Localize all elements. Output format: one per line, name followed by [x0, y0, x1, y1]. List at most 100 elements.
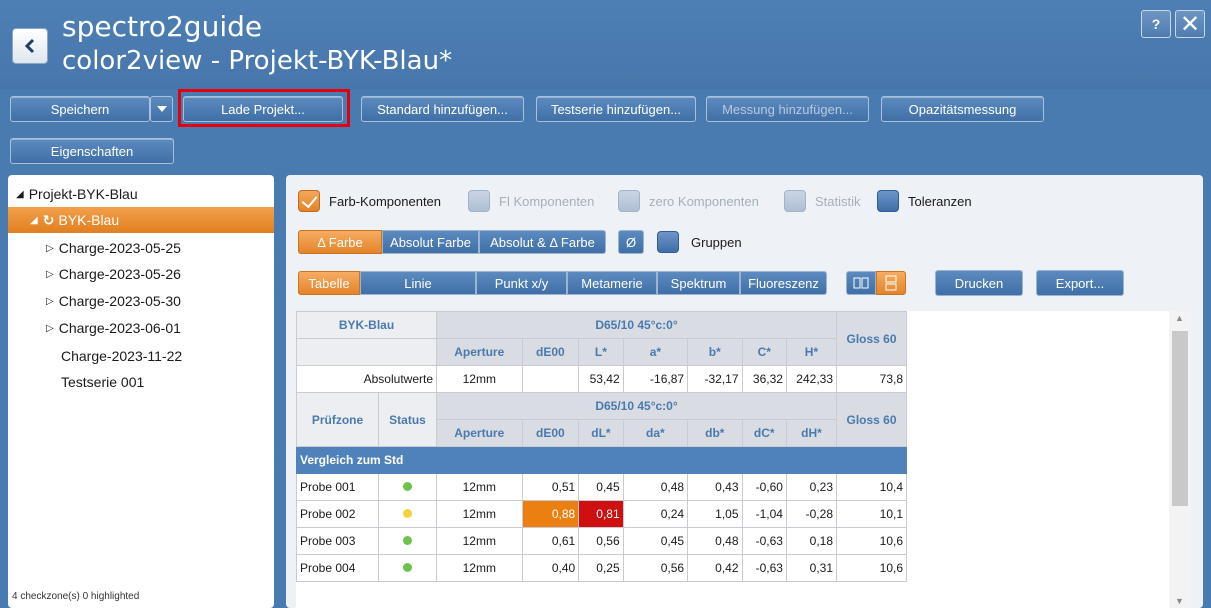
help-button[interactable]: ?: [1141, 10, 1171, 38]
standard-icon: ↻: [42, 211, 55, 228]
average-button[interactable]: Ø: [618, 230, 644, 254]
add-testseries-button[interactable]: Testserie hinzufügen...: [536, 96, 696, 122]
tab-absolut-farbe[interactable]: Absolut Farbe: [382, 230, 479, 254]
zero-komponenten-label: zero Komponenten: [649, 194, 759, 209]
scrollbar-thumb[interactable]: [1172, 331, 1188, 506]
save-button[interactable]: Speichern: [10, 96, 150, 122]
tree-item-label: Charge-2023-05-26: [58, 266, 181, 282]
tab-tabelle[interactable]: Tabelle: [298, 271, 360, 295]
cell: 0,48: [687, 527, 743, 555]
export-button[interactable]: Export...: [1036, 270, 1124, 296]
column-header: dE00: [521, 338, 580, 366]
tab-spektrum[interactable]: Spektrum: [657, 271, 740, 295]
statistik-checkbox[interactable]: [784, 190, 806, 212]
save-dropdown-arrow[interactable]: [150, 96, 173, 122]
zero-komponenten-checkbox[interactable]: [618, 190, 640, 212]
scroll-up-icon[interactable]: ▲: [1175, 313, 1184, 323]
cell: 12mm: [436, 500, 523, 528]
tree-item[interactable]: Charge-2023-11-22: [8, 343, 274, 369]
column-header: dH*: [785, 419, 838, 447]
project-title: color2view - Projekt-BYK-Blau*: [62, 46, 453, 76]
tree-item[interactable]: ▷ Charge-2023-06-01: [8, 315, 274, 341]
split-vertical-icon[interactable]: [846, 271, 876, 295]
opacity-measurement-button[interactable]: Opazitätsmessung: [881, 96, 1044, 122]
cell: 36,32: [741, 365, 787, 393]
print-button[interactable]: Drucken: [935, 270, 1023, 296]
results-table-area: BYK-Blau D65/10 45°c:0° Gloss 60 Apertur…: [296, 311, 1191, 608]
gruppen-checkbox[interactable]: [657, 231, 679, 253]
back-button[interactable]: [12, 28, 48, 64]
fl-komponenten-label: Fl Komponenten: [499, 194, 595, 209]
sample-name: Probe 001: [296, 473, 379, 501]
cell: 0,56: [622, 554, 689, 582]
tab-metamerie[interactable]: Metamerie: [567, 271, 657, 295]
tab-delta-farbe[interactable]: Δ Farbe: [298, 230, 382, 254]
cell: 10,1: [836, 500, 907, 528]
cell: -32,17: [687, 365, 743, 393]
expand-triangle-icon: ▷: [46, 268, 54, 280]
cell: 53,42: [578, 365, 624, 393]
cell: 0,48: [622, 473, 689, 501]
close-button[interactable]: ✕: [1175, 10, 1205, 38]
table-row: Absolutwerte 12mm 53,42 -16,87 -32,17 36…: [296, 365, 907, 393]
cell: 0,24: [622, 500, 689, 528]
cell: 0,18: [785, 527, 838, 555]
tree-item[interactable]: ▷ Charge-2023-05-25: [8, 235, 274, 261]
cell: 0,45: [622, 527, 689, 555]
fl-komponenten-checkbox[interactable]: [468, 190, 490, 212]
scroll-down-icon[interactable]: ▼: [1175, 596, 1184, 606]
tree-item-label: Charge-2023-06-01: [58, 320, 181, 336]
tree-item-label: Charge-2023-05-30: [58, 293, 181, 309]
toleranzen-label: Toleranzen: [908, 194, 972, 209]
properties-button[interactable]: Eigenschaften: [10, 138, 174, 164]
cell: 0,31: [785, 554, 838, 582]
status-cell: [378, 554, 437, 582]
tree-item[interactable]: ▷ Charge-2023-05-26: [8, 261, 274, 287]
column-header: db*: [687, 419, 743, 447]
sample-name: Probe 003: [296, 527, 379, 555]
vertical-scrollbar[interactable]: ▲ ▼: [1169, 311, 1191, 608]
cell: 12mm: [436, 473, 523, 501]
cell: 12mm: [436, 365, 523, 393]
cell: 0,23: [785, 473, 838, 501]
status-dot-icon: [403, 536, 412, 545]
column-header: b*: [687, 338, 743, 366]
column-header: H*: [785, 338, 838, 366]
collapse-triangle-icon: ◢: [30, 214, 38, 226]
gloss-header: Gloss 60: [836, 392, 907, 447]
tree-item[interactable]: Testserie 001: [8, 369, 274, 395]
section-row: Vergleich zum Std: [296, 446, 907, 474]
farb-komponenten-checkbox[interactable]: [298, 190, 320, 212]
tree-root[interactable]: ◢ Projekt-BYK-Blau: [8, 181, 274, 207]
tree-item-standard[interactable]: ◢ ↻ BYK-Blau: [8, 207, 274, 233]
cell: 1,05: [687, 500, 743, 528]
add-standard-button[interactable]: Standard hinzufügen...: [361, 96, 524, 122]
tab-fluoreszenz[interactable]: Fluoreszenz: [740, 271, 827, 295]
tree-root-label: Projekt-BYK-Blau: [28, 186, 138, 202]
status-dot-icon: [403, 482, 412, 491]
cell: -1,04: [741, 500, 787, 528]
empty-header-cell: [296, 338, 437, 366]
cell: -16,87: [622, 365, 689, 393]
table-row[interactable]: Probe 002 12mm 0,88 0,81 0,24 1,05 -1,04…: [296, 500, 907, 528]
tab-punkt[interactable]: Punkt x/y: [476, 271, 567, 295]
cell: 10,6: [836, 554, 907, 582]
tab-linie[interactable]: Linie: [360, 271, 476, 295]
cell: 0,88: [521, 500, 580, 528]
split-horizontal-icon[interactable]: [876, 271, 906, 295]
table-row[interactable]: Probe 003 12mm 0,61 0,56 0,45 0,48 -0,63…: [296, 527, 907, 555]
expand-triangle-icon: ▷: [46, 295, 54, 307]
toleranzen-checkbox[interactable]: [877, 190, 899, 212]
cell: 0,43: [687, 473, 743, 501]
table-row[interactable]: Probe 004 12mm 0,40 0,25 0,56 0,42 -0,63…: [296, 554, 907, 582]
table-row[interactable]: Probe 001 12mm 0,51 0,45 0,48 0,43 -0,60…: [296, 473, 907, 501]
tree-item-label: Charge-2023-05-25: [58, 240, 181, 256]
column-header: L*: [578, 338, 624, 366]
std-name-header: BYK-Blau: [296, 311, 437, 339]
column-header: Aperture: [436, 338, 523, 366]
tab-absolut-delta-farbe[interactable]: Absolut & Δ Farbe: [479, 230, 606, 254]
add-measurement-button[interactable]: Messung hinzufügen...: [706, 96, 869, 122]
status-cell: [378, 473, 437, 501]
tree-item[interactable]: ▷ Charge-2023-05-30: [8, 288, 274, 314]
column-header: a*: [622, 338, 689, 366]
